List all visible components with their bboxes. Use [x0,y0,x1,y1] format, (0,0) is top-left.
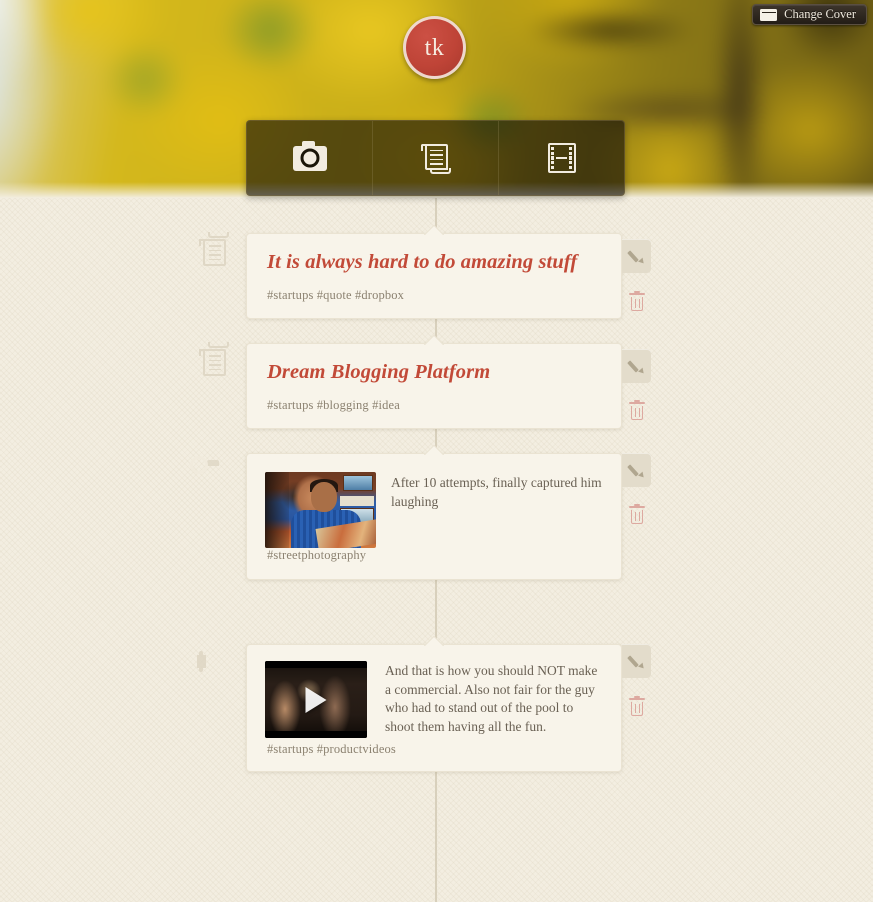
post-type-icon-video [196,651,206,672]
post-card[interactable]: It is always hard to do amazing stuff #s… [246,233,622,319]
video-thumbnail[interactable] [265,661,367,738]
post-card[interactable]: After 10 attempts, finally captured him … [246,453,622,580]
composer-note-button[interactable] [373,121,499,195]
post-card[interactable]: Dream Blogging Platform #startups #blogg… [246,343,622,429]
post-tags: #startups #productvideos [267,742,396,756]
edit-post-button[interactable] [622,239,651,273]
scroll-icon [420,143,451,174]
composer-video-button[interactable] [499,121,624,195]
card-notch [424,335,444,345]
pencil-icon [628,462,645,479]
pencil-icon [628,653,645,670]
post-tags: #startups #quote #dropbox [267,288,405,302]
composer-toolbar [246,120,625,196]
card-notch [424,225,444,235]
post-card[interactable]: And that is how you should NOT make a co… [246,644,622,772]
trash-icon [631,405,643,420]
play-icon [305,686,327,713]
post-media-row: And that is how you should NOT make a co… [247,645,621,738]
camera-icon [292,140,327,171]
post-title: It is always hard to do amazing stuff [267,251,578,273]
post-tags: #startups #blogging #idea [267,398,400,412]
film-icon [547,143,576,173]
delete-post-button[interactable] [629,399,645,421]
edit-post-button[interactable] [622,644,651,678]
delete-post-button[interactable] [629,695,645,717]
pencil-icon [628,248,645,265]
change-cover-button[interactable]: Change Cover [752,4,867,25]
card-notch [424,445,444,455]
image-icon [760,8,778,21]
composer-photo-button[interactable] [247,121,373,195]
film-icon [196,651,206,672]
avatar-initials: tk [424,34,445,61]
pencil-icon [628,358,645,375]
delete-post-button[interactable] [629,290,645,312]
profile-timeline-page: Change Cover tk It is always hard to do … [0,0,873,902]
edit-post-button[interactable] [622,349,651,383]
delete-post-button[interactable] [629,503,645,525]
trash-icon [631,701,643,716]
photo-thumbnail[interactable] [265,472,376,548]
post-tags: #streetphotography [267,548,367,562]
post-caption: After 10 attempts, finally captured him … [391,475,602,509]
post-title: Dream Blogging Platform [267,361,491,383]
card-notch [424,636,444,646]
trash-icon [631,509,643,524]
change-cover-label: Change Cover [784,7,856,21]
trash-icon [631,296,643,311]
avatar[interactable]: tk [403,16,466,79]
post-caption: And that is how you should NOT make a co… [385,663,598,734]
edit-post-button[interactable] [622,453,651,487]
post-media-row: After 10 attempts, finally captured him … [247,454,621,548]
